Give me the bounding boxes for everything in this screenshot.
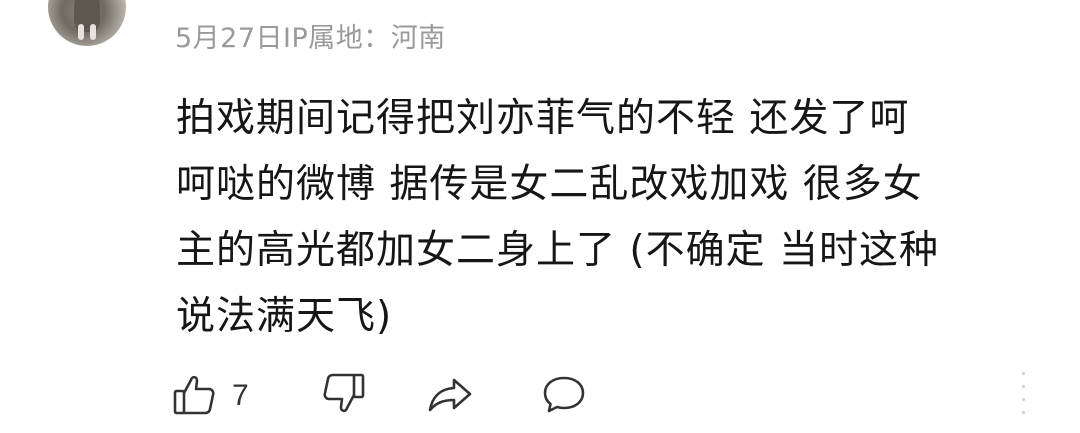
avatar[interactable] xyxy=(48,0,126,46)
reply-button[interactable] xyxy=(540,370,600,422)
like-button[interactable]: 7 xyxy=(170,370,320,422)
scroll-indicator[interactable] xyxy=(1022,372,1026,418)
comment-text-line: 呵哒的微博 据传是女二乱改戏加戏 很多女 xyxy=(176,162,923,207)
share-button[interactable] xyxy=(425,370,540,422)
dislike-button[interactable] xyxy=(320,370,425,422)
comment-bubble-icon xyxy=(540,370,588,422)
comment-text-line: 拍戏期间记得把刘亦菲气的不轻 还发了呵 xyxy=(176,96,910,141)
ip-location-value: 河南 xyxy=(390,23,446,54)
avatar-cat-leg xyxy=(90,24,96,40)
comment-meta: 5月27日IP属地：河南 xyxy=(175,16,446,55)
comment-text: 拍戏期间记得把刘亦菲气的不轻 还发了呵 呵哒的微博 据传是女二乱改戏加戏 很多女… xyxy=(176,86,1046,350)
thumbs-up-icon xyxy=(170,370,218,422)
thumbs-down-icon xyxy=(320,370,368,422)
comment-text-line: 主的高光都加女二身上了 (不确定 当时这种 xyxy=(176,228,940,273)
like-count: 7 xyxy=(232,379,249,412)
comment-date: 5月27日 xyxy=(175,23,284,54)
ip-location-label: IP属地： xyxy=(283,23,391,54)
comment-text-line: 说法满天飞) xyxy=(176,294,393,339)
comment-card: 5月27日IP属地：河南 拍戏期间记得把刘亦菲气的不轻 还发了呵 呵哒的微博 据… xyxy=(0,0,1080,433)
share-arrow-icon xyxy=(425,370,475,422)
comment-actions: 7 xyxy=(170,372,600,420)
avatar-cat-leg xyxy=(78,24,84,40)
